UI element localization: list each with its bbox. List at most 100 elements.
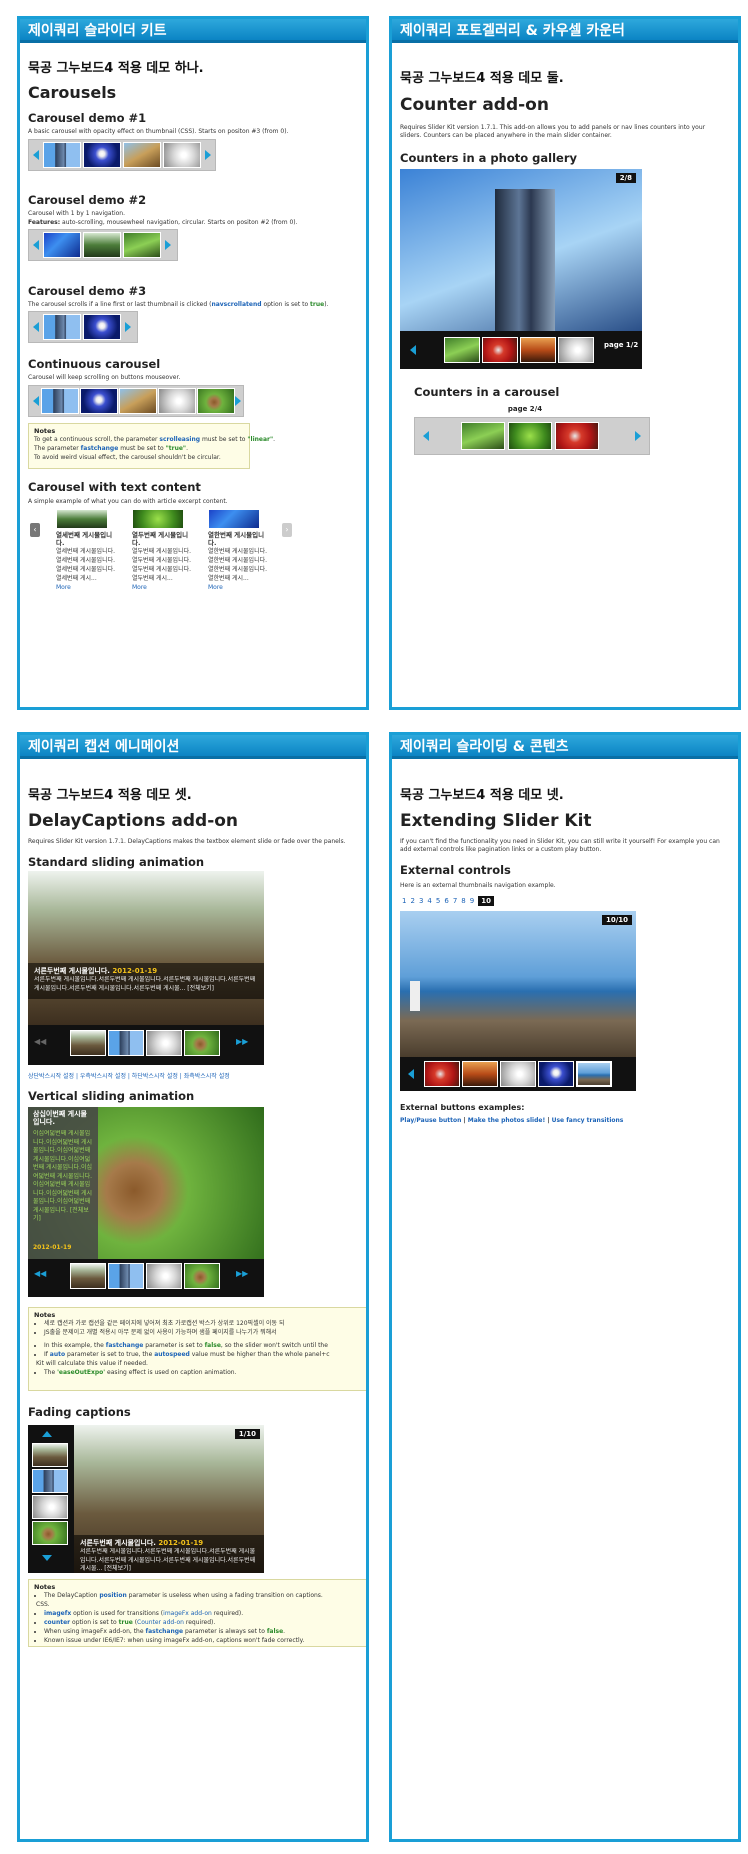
carousel-demo-3 — [28, 311, 138, 343]
thumbnail[interactable] — [43, 314, 81, 340]
thumbnail[interactable] — [558, 337, 594, 363]
demo-korean-title: 묵공 그누보드4 적용 데모 하나. — [28, 61, 204, 76]
thumbnail[interactable] — [158, 388, 196, 414]
page-link[interactable]: 6 — [444, 897, 448, 905]
thumbnail[interactable] — [163, 142, 201, 168]
article-image[interactable] — [132, 509, 184, 529]
thumbnail[interactable] — [576, 1061, 612, 1087]
thumbnail[interactable] — [197, 388, 235, 414]
panel-header: 제이쿼리 슬라이더 키트 — [20, 19, 366, 43]
next-arrow-icon[interactable]: › — [282, 523, 292, 537]
prev-arrow-icon[interactable] — [33, 150, 39, 160]
page-link[interactable]: 3 — [419, 897, 423, 905]
page-link[interactable]: 9 — [470, 897, 474, 905]
page-link[interactable]: 1 — [402, 897, 406, 905]
thumbnail[interactable] — [444, 337, 480, 363]
slider-main-image[interactable] — [28, 871, 264, 1025]
page-title: Counter add-on — [400, 95, 549, 115]
page-link[interactable]: 8 — [461, 897, 465, 905]
text-carousel: ‹ 열세번째 게시물입니다. 열세번째 게시물입니다. 열세번째 게시물입니다.… — [28, 509, 308, 592]
slide-link[interactable]: Make the photos slide! — [468, 1117, 545, 1124]
next-arrow-icon[interactable] — [635, 431, 641, 441]
next-arrow-icon[interactable]: ▶▶ — [236, 1037, 248, 1046]
prev-arrow-icon[interactable] — [33, 396, 39, 406]
fading-slider: 1/10 서른두번째 게시물입니다. 2012-01-19 서른두번째 게시물입… — [28, 1425, 264, 1573]
article-title[interactable]: 열두번째 게시물입니다. — [132, 531, 190, 547]
thumbnail[interactable] — [123, 142, 161, 168]
next-arrow-icon[interactable] — [205, 150, 211, 160]
thumbnail[interactable] — [83, 314, 121, 340]
thumbnail[interactable] — [32, 1495, 68, 1519]
thumbnail[interactable] — [70, 1263, 106, 1289]
article-image[interactable] — [56, 509, 108, 529]
thumbnail[interactable] — [482, 337, 518, 363]
thumbnail[interactable] — [462, 1061, 498, 1087]
thumbnail[interactable] — [508, 422, 552, 450]
thumbnail[interactable] — [123, 232, 161, 258]
thumbnail[interactable] — [500, 1061, 536, 1087]
prev-arrow-icon[interactable] — [33, 322, 39, 332]
article-image[interactable] — [208, 509, 260, 529]
page-link-current[interactable]: 10 — [478, 896, 494, 906]
next-arrow-icon[interactable] — [235, 396, 241, 406]
caption-body: 서른두번째 게시물입니다.서른두번째 게시물입니다.서른두번째 게시물입니다.서… — [80, 1548, 256, 1572]
thumbnail[interactable] — [83, 142, 121, 168]
page-link[interactable]: 2 — [410, 897, 414, 905]
thumbnail[interactable] — [184, 1030, 220, 1056]
next-arrow-icon[interactable] — [125, 322, 131, 332]
more-link[interactable]: More — [208, 583, 266, 592]
page-link[interactable]: 5 — [436, 897, 440, 905]
article-title[interactable]: 열세번째 게시물입니다. — [56, 531, 114, 547]
down-arrow-icon[interactable] — [42, 1555, 52, 1561]
thumbnail[interactable] — [424, 1061, 460, 1087]
more-link[interactable]: More — [56, 583, 114, 592]
prev-arrow-icon[interactable] — [408, 1069, 414, 1079]
note-line: If auto parameter is set to true, the au… — [44, 1350, 364, 1359]
page-title: Extending Slider Kit — [400, 811, 592, 831]
prev-arrow-icon[interactable]: ‹ — [30, 523, 40, 537]
thumbnail[interactable] — [43, 142, 81, 168]
thumbnail[interactable] — [43, 232, 81, 258]
thumbnail[interactable] — [83, 232, 121, 258]
article-title[interactable]: 열한번째 게시물입니다. — [208, 531, 266, 547]
thumbnail[interactable] — [538, 1061, 574, 1087]
thumbnail[interactable] — [108, 1030, 144, 1056]
thumbnail[interactable] — [461, 422, 505, 450]
thumbnail[interactable] — [555, 422, 599, 450]
caption-position-links[interactable]: 상단박스시작 설정 | 우측박스시작 설정 | 하단박스시작 설정 | 좌측박스… — [28, 1071, 230, 1080]
play-pause-link[interactable]: Play/Pause button — [400, 1117, 461, 1124]
prev-arrow-icon[interactable]: ◀◀ — [34, 1269, 46, 1278]
prev-arrow-icon[interactable] — [423, 431, 429, 441]
caption-title[interactable]: 서른두번째 게시물입니다. 2012-01-19 — [80, 1538, 258, 1548]
up-arrow-icon[interactable] — [42, 1431, 52, 1437]
prev-arrow-icon[interactable] — [410, 345, 416, 355]
thumbnail[interactable] — [146, 1263, 182, 1289]
article-text: 열두번째 게시물입니다. — [132, 566, 192, 573]
prev-arrow-icon[interactable]: ◀◀ — [34, 1037, 46, 1046]
carousel-demo-2 — [28, 229, 178, 261]
prev-arrow-icon[interactable] — [33, 240, 39, 250]
vertical-slider: 삼십이번째 게시물입니다. 이십여덟번째 게시물입니다.이십여덟번째 게시물입니… — [28, 1107, 264, 1297]
gallery-main-image[interactable] — [400, 169, 642, 331]
caption-box: 삼십이번째 게시물입니다. 이십여덟번째 게시물입니다.이십여덟번째 게시물입니… — [28, 1107, 98, 1259]
thumbnail[interactable] — [146, 1030, 182, 1056]
caption-title[interactable]: 삼십이번째 게시물입니다. — [33, 1110, 93, 1126]
thumbnail[interactable] — [119, 388, 157, 414]
thumbnail[interactable] — [32, 1469, 68, 1493]
thumbnail[interactable] — [184, 1263, 220, 1289]
thumbnail[interactable] — [520, 337, 556, 363]
page-link[interactable]: 7 — [453, 897, 457, 905]
next-arrow-icon[interactable]: ▶▶ — [236, 1269, 248, 1278]
thumbnail[interactable] — [80, 388, 118, 414]
thumbnail[interactable] — [70, 1030, 106, 1056]
thumbnail[interactable] — [32, 1443, 68, 1467]
page-link[interactable]: 4 — [427, 897, 431, 905]
thumbnail[interactable] — [32, 1521, 68, 1545]
next-arrow-icon[interactable] — [165, 240, 171, 250]
more-link[interactable]: More — [132, 583, 190, 592]
thumbnail[interactable] — [108, 1263, 144, 1289]
caption-title[interactable]: 서른두번째 게시물입니다. 2012-01-19 — [34, 966, 258, 976]
fancy-transitions-link[interactable]: Use fancy transitions — [552, 1117, 624, 1124]
thumbnail[interactable] — [41, 388, 79, 414]
slider-main-image[interactable] — [400, 911, 636, 1057]
